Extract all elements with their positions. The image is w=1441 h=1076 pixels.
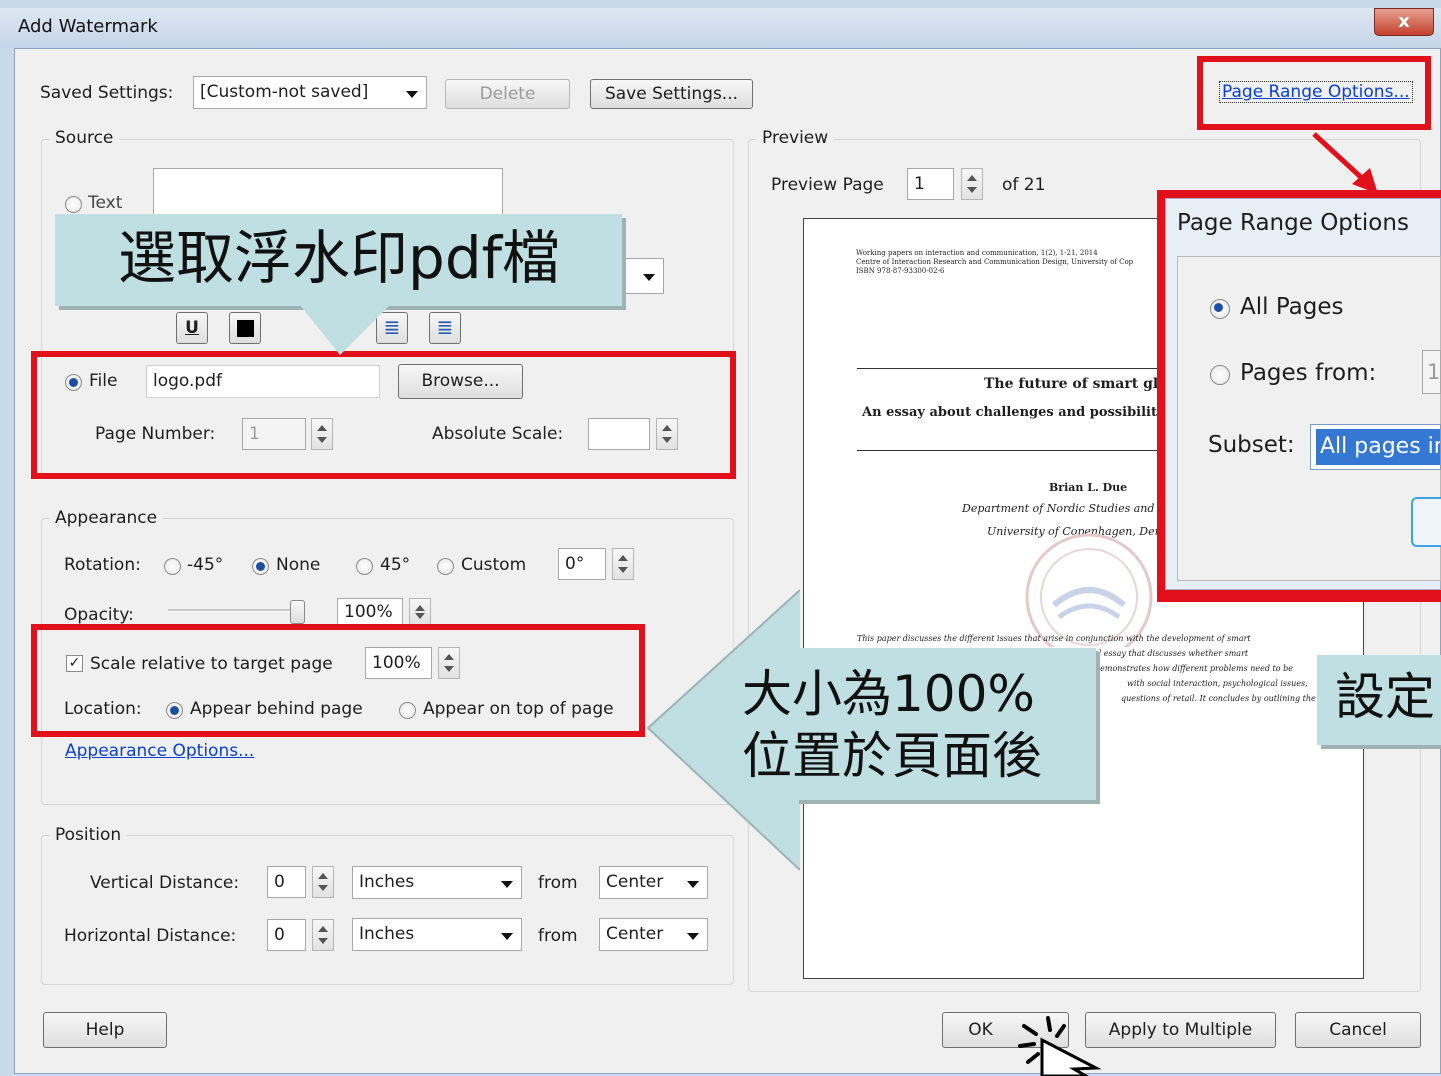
doc-header-line: Working papers on interaction and commun… xyxy=(856,249,1098,257)
cursor-click-icon xyxy=(1018,1016,1102,1076)
page-range-arrow xyxy=(1312,132,1378,194)
cancel-button[interactable]: Cancel xyxy=(1295,1012,1421,1048)
title-bar xyxy=(0,8,1441,48)
scale-callout-line1: 大小為100% xyxy=(742,665,1035,723)
rotation-none-label: None xyxy=(276,555,321,575)
text-radio-label: Text xyxy=(88,193,123,213)
horizontal-distance-label: Horizontal Distance: xyxy=(64,926,237,946)
horizontal-distance-field[interactable]: 0 xyxy=(267,919,306,951)
rotation-45-radio[interactable] xyxy=(356,558,373,575)
doc-author: Brian L. Due xyxy=(1049,481,1128,494)
chevron-down-icon xyxy=(677,919,707,950)
opacity-slider-track[interactable] xyxy=(168,609,303,612)
preview-page-label: Preview Page xyxy=(771,175,884,195)
pages-from-field[interactable]: 1 xyxy=(1422,350,1441,394)
rotation-custom-radio[interactable] xyxy=(437,558,454,575)
preview-title: Preview xyxy=(756,128,835,148)
chevron-down-icon xyxy=(633,259,663,293)
vertical-distance-field[interactable]: 0 xyxy=(267,866,306,898)
saved-settings-value: [Custom-not saved] xyxy=(200,82,369,102)
rotation-spinner[interactable] xyxy=(612,548,634,580)
doc-subtitle: An essay about challenges and possibilit… xyxy=(862,405,1162,420)
appearance-title: Appearance xyxy=(49,508,164,528)
vertical-from-label: from xyxy=(538,873,578,893)
subset-value: All pages in xyxy=(1316,429,1440,465)
rotation-custom-label: Custom xyxy=(461,555,527,575)
rotation-none-radio[interactable] xyxy=(252,558,269,575)
popup-ok-button[interactable] xyxy=(1411,497,1441,547)
watermark-logo xyxy=(1025,533,1153,647)
align-right-button[interactable]: ≣ xyxy=(429,312,461,344)
saved-settings-select[interactable]: [Custom-not saved] xyxy=(193,76,427,109)
opacity-spinner[interactable] xyxy=(409,598,431,626)
page-range-highlight xyxy=(1197,56,1431,130)
subset-label: Subset: xyxy=(1208,432,1295,458)
horizontal-unit-value: Inches xyxy=(359,924,415,944)
pages-from-radio[interactable] xyxy=(1210,365,1230,385)
close-button[interactable]: x xyxy=(1374,8,1434,36)
preview-page-spinner[interactable] xyxy=(961,168,983,200)
vertical-unit-select[interactable]: Inches xyxy=(352,866,522,899)
horizontal-from-value: Center xyxy=(606,924,664,944)
page-range-popup-title: Page Range Options xyxy=(1177,210,1409,236)
pages-from-label: Pages from: xyxy=(1240,360,1377,386)
doc-header-line: ISBN 978-87-93300-02-6 xyxy=(856,267,945,275)
rotation-45-label: 45° xyxy=(380,555,411,575)
horizontal-from-label: from xyxy=(538,926,578,946)
preview-page-field[interactable]: 1 xyxy=(907,168,954,200)
dialog-title: Add Watermark xyxy=(18,16,158,37)
setting-callout-text: 設定 xyxy=(1335,668,1435,726)
save-settings-button[interactable]: Save Settings... xyxy=(590,79,753,109)
color-button[interactable] xyxy=(229,312,261,344)
file-highlight xyxy=(31,351,736,479)
vertical-distance-spinner[interactable] xyxy=(312,866,334,898)
apply-to-multiple-button[interactable]: Apply to Multiple xyxy=(1085,1012,1276,1048)
doc-title: The future of smart gla xyxy=(984,376,1168,392)
preview-page-total: of 21 xyxy=(1002,175,1046,195)
help-button[interactable]: Help xyxy=(43,1012,167,1048)
file-callout-text: 選取浮水印pdf檔 xyxy=(118,224,561,292)
source-title: Source xyxy=(49,128,120,148)
chevron-down-icon xyxy=(396,77,426,108)
scale-callout-text: 大小為100% 位置於頁面後 xyxy=(742,663,1042,787)
horizontal-distance-spinner[interactable] xyxy=(312,919,334,951)
ok-button-label: OK xyxy=(968,1020,993,1040)
horizontal-unit-select[interactable]: Inches xyxy=(352,918,522,951)
saved-settings-label: Saved Settings: xyxy=(40,83,174,103)
rotation-label: Rotation: xyxy=(64,555,141,575)
scale-highlight xyxy=(31,624,645,737)
position-title: Position xyxy=(49,825,128,845)
scale-callout-line2: 位置於頁面後 xyxy=(742,727,1042,785)
rotation-custom-field[interactable]: 0° xyxy=(558,548,606,580)
doc-dept: Department of Nordic Studies and L xyxy=(962,502,1166,515)
opacity-field[interactable]: 100% xyxy=(337,598,403,626)
vertical-unit-value: Inches xyxy=(359,872,415,892)
appearance-options-link[interactable]: Appearance Options... xyxy=(65,741,254,761)
position-group xyxy=(41,835,734,985)
file-callout-pointer xyxy=(300,305,390,355)
underline-button[interactable]: U xyxy=(176,312,208,344)
rotation-minus45-label: -45° xyxy=(187,555,224,575)
font-size-select[interactable] xyxy=(620,258,664,294)
doc-abstract-line: This paper discusses the different issue… xyxy=(857,634,1251,643)
opacity-label: Opacity: xyxy=(64,605,134,625)
text-radio[interactable] xyxy=(65,196,82,213)
all-pages-label: All Pages xyxy=(1240,294,1344,320)
chevron-down-icon xyxy=(491,867,521,898)
opacity-slider-thumb[interactable] xyxy=(290,600,305,624)
chevron-down-icon xyxy=(491,919,521,950)
vertical-distance-label: Vertical Distance: xyxy=(90,873,240,893)
subset-select[interactable]: All pages in xyxy=(1310,424,1441,470)
rotation-minus45-radio[interactable] xyxy=(164,558,181,575)
horizontal-from-select[interactable]: Center xyxy=(599,918,708,951)
color-swatch-icon xyxy=(237,320,254,337)
doc-header-line: Centre of Interaction Research and Commu… xyxy=(856,258,1134,266)
delete-button[interactable]: Delete xyxy=(445,79,570,109)
doc-header: Working papers on interaction and commun… xyxy=(856,249,1133,276)
all-pages-radio[interactable] xyxy=(1210,299,1230,319)
